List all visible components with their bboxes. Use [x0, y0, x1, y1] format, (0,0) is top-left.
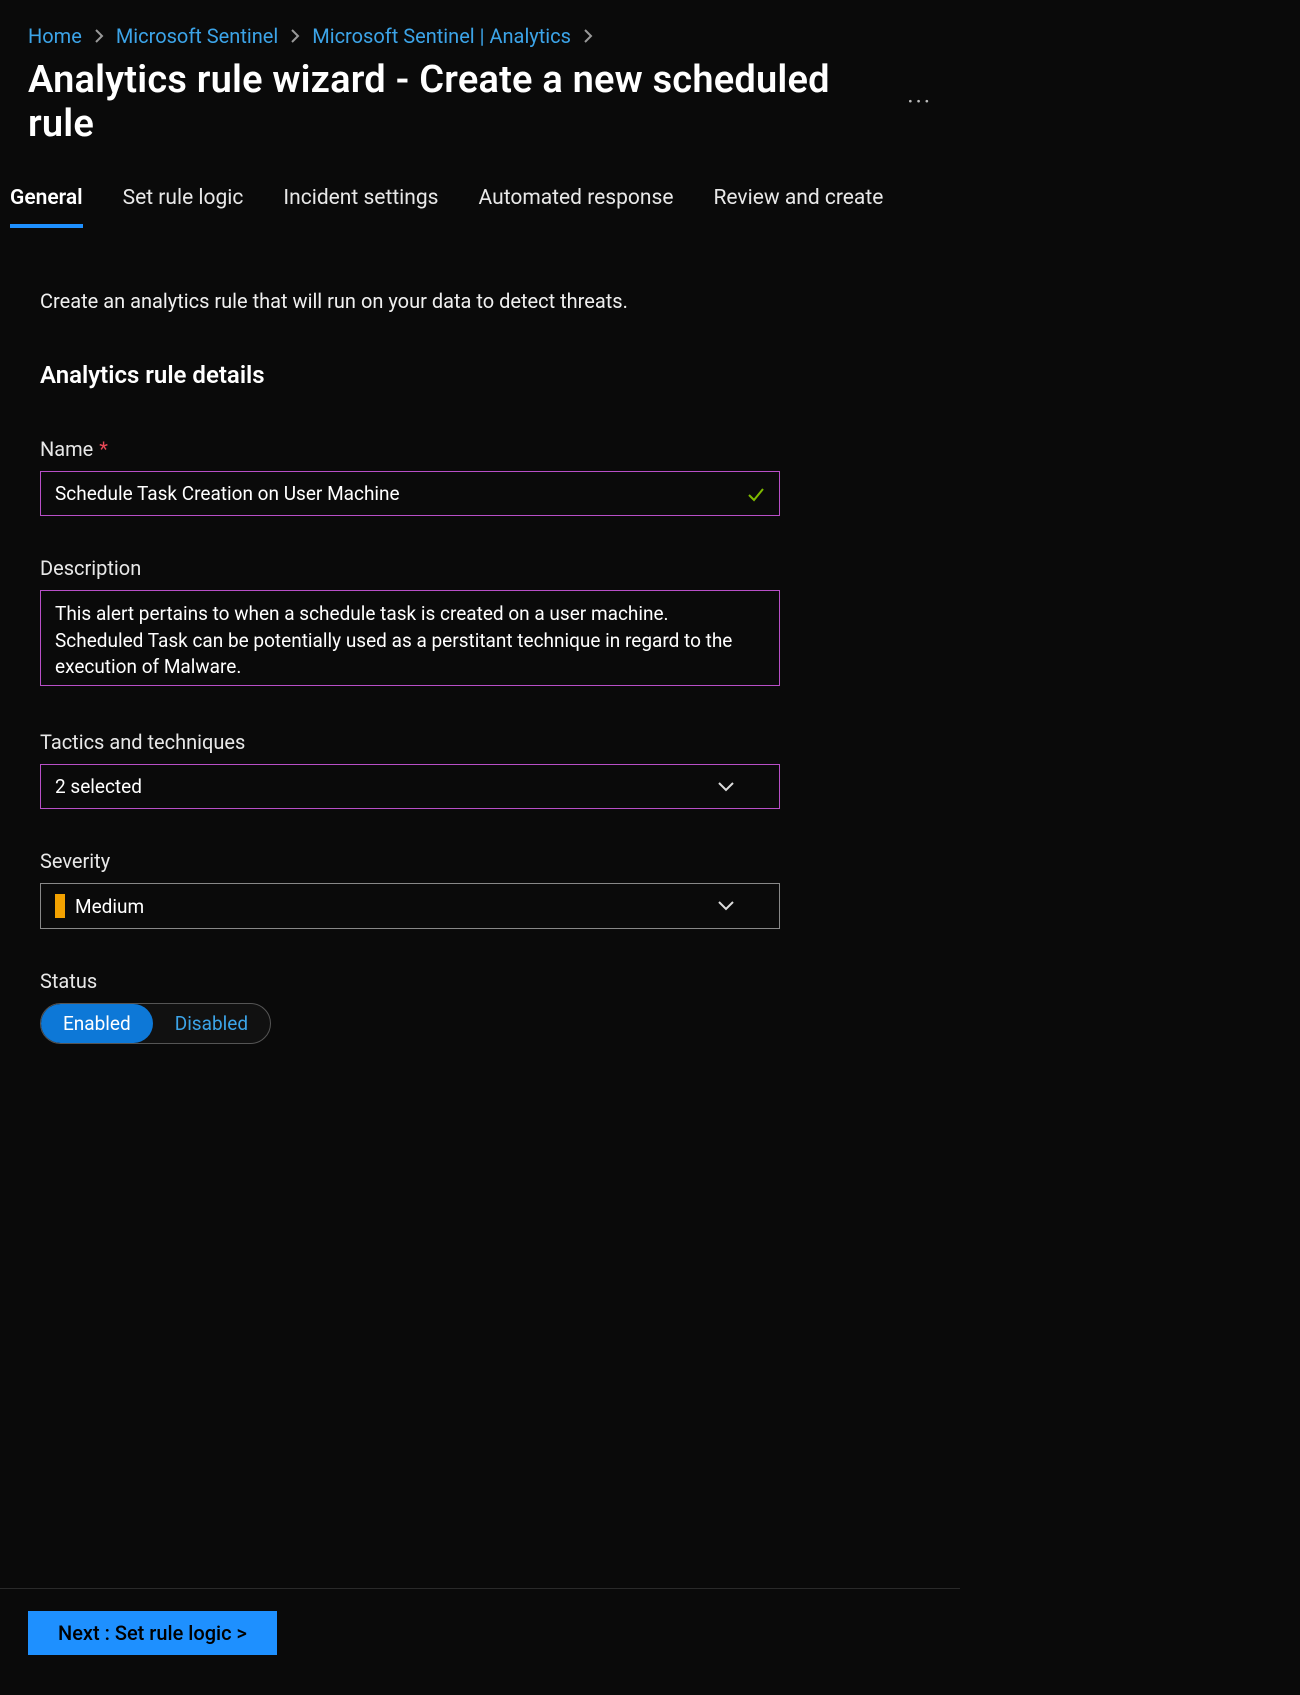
required-asterisk: *: [99, 437, 108, 461]
chevron-down-icon: [717, 781, 735, 793]
description-label: Description: [40, 556, 141, 580]
severity-indicator-icon: [55, 894, 65, 918]
name-label: Name: [40, 437, 93, 461]
tactics-select[interactable]: 2 selected: [40, 764, 780, 809]
chevron-down-icon: [717, 900, 735, 912]
severity-label: Severity: [40, 849, 110, 873]
intro-text: Create an analytics rule that will run o…: [40, 289, 920, 313]
tab-automated-response[interactable]: Automated response: [479, 176, 674, 228]
tab-review-and-create[interactable]: Review and create: [713, 176, 883, 228]
more-icon[interactable]: ···: [907, 88, 932, 116]
description-input[interactable]: [40, 590, 780, 686]
name-input[interactable]: [40, 471, 780, 516]
status-enabled-button[interactable]: Enabled: [41, 1004, 153, 1043]
severity-select[interactable]: Medium: [40, 883, 780, 929]
next-button[interactable]: Next : Set rule logic >: [28, 1611, 277, 1655]
tactics-value: 2 selected: [55, 775, 142, 798]
status-label: Status: [40, 969, 97, 993]
tab-general[interactable]: General: [10, 176, 83, 228]
chevron-right-icon: [94, 29, 104, 43]
tab-set-rule-logic[interactable]: Set rule logic: [123, 176, 244, 228]
severity-value: Medium: [75, 895, 144, 918]
chevron-right-icon: [290, 29, 300, 43]
breadcrumb-analytics[interactable]: Microsoft Sentinel | Analytics: [312, 24, 571, 48]
chevron-right-icon: [583, 29, 593, 43]
section-title: Analytics rule details: [40, 361, 920, 389]
status-disabled-button[interactable]: Disabled: [153, 1004, 270, 1043]
tab-bar: General Set rule logic Incident settings…: [0, 176, 960, 229]
status-toggle: Enabled Disabled: [40, 1003, 271, 1044]
breadcrumb: Home Microsoft Sentinel Microsoft Sentin…: [0, 0, 960, 58]
tab-incident-settings[interactable]: Incident settings: [283, 176, 438, 228]
breadcrumb-home[interactable]: Home: [28, 24, 82, 48]
tactics-label: Tactics and techniques: [40, 730, 245, 754]
page-title: Analytics rule wizard - Create a new sch…: [28, 58, 877, 146]
footer: Next : Set rule logic >: [0, 1588, 960, 1695]
breadcrumb-sentinel[interactable]: Microsoft Sentinel: [116, 24, 278, 48]
